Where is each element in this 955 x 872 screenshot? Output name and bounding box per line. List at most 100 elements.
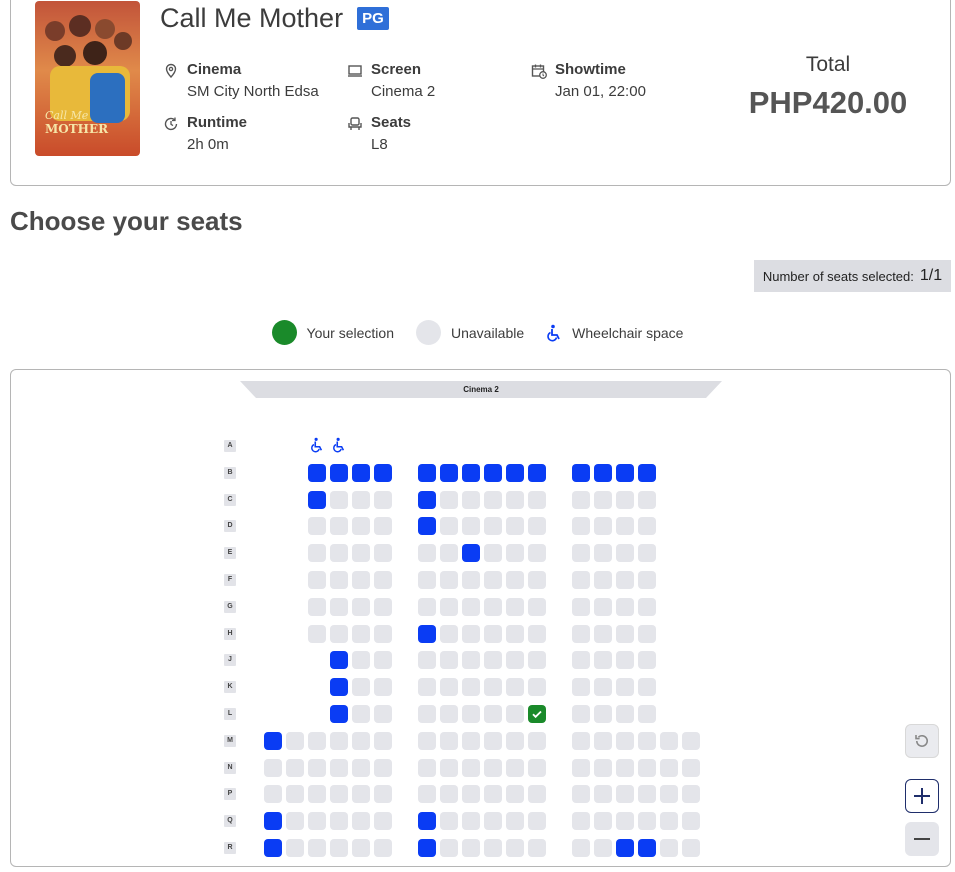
seat-p1[interactable] [264, 785, 282, 804]
seat-p7[interactable] [418, 785, 436, 804]
seat-e6[interactable] [374, 544, 392, 563]
seat-k8[interactable] [440, 678, 458, 697]
seat-b10[interactable] [484, 463, 502, 482]
seat-m18[interactable] [660, 731, 678, 750]
seat-r10[interactable] [484, 839, 502, 857]
seat-g11[interactable] [506, 597, 524, 616]
seat-p19[interactable] [682, 785, 700, 804]
seat-r19[interactable] [682, 839, 700, 857]
reset-zoom-button[interactable] [905, 724, 939, 758]
seat-p17[interactable] [638, 785, 656, 804]
seat-j4[interactable] [330, 651, 348, 670]
seat-h7[interactable] [418, 624, 436, 643]
seat-c6[interactable] [374, 490, 392, 509]
seat-q2[interactable] [286, 812, 304, 831]
seat-l17[interactable] [638, 705, 656, 723]
seat-m6[interactable] [374, 731, 392, 750]
seat-p18[interactable] [660, 785, 678, 804]
seat-r1[interactable] [264, 839, 282, 857]
seat-c7[interactable] [418, 490, 436, 509]
seat-c17[interactable] [638, 490, 656, 509]
seat-j5[interactable] [352, 651, 370, 670]
seat-p11[interactable] [506, 785, 524, 804]
seat-b3[interactable] [308, 463, 326, 482]
seat-n9[interactable] [462, 758, 480, 777]
seat-g4[interactable] [330, 597, 348, 616]
seat-n17[interactable] [638, 758, 656, 777]
seat-r14[interactable] [572, 839, 590, 857]
seat-q10[interactable] [484, 812, 502, 831]
seat-b17[interactable] [638, 463, 656, 482]
seat-h5[interactable] [352, 624, 370, 643]
seat-q16[interactable] [616, 812, 634, 831]
seat-h11[interactable] [506, 624, 524, 643]
seat-h15[interactable] [594, 624, 612, 643]
seat-p16[interactable] [616, 785, 634, 804]
seat-j17[interactable] [638, 651, 656, 670]
seat-m7[interactable] [418, 731, 436, 750]
seat-q9[interactable] [462, 812, 480, 831]
seat-f7[interactable] [418, 571, 436, 589]
seat-b6[interactable] [374, 463, 392, 482]
seat-e10[interactable] [484, 544, 502, 563]
seat-e12[interactable] [528, 544, 546, 563]
seat-c3[interactable] [308, 490, 326, 509]
seat-q6[interactable] [374, 812, 392, 831]
seat-n12[interactable] [528, 758, 546, 777]
seat-p8[interactable] [440, 785, 458, 804]
seat-c12[interactable] [528, 490, 546, 509]
seat-c11[interactable] [506, 490, 524, 509]
seat-n16[interactable] [616, 758, 634, 777]
seat-m4[interactable] [330, 731, 348, 750]
seat-e9[interactable] [462, 544, 480, 563]
seat-r17[interactable] [638, 839, 656, 857]
seat-j14[interactable] [572, 651, 590, 670]
seat-h3[interactable] [308, 624, 326, 643]
seat-g6[interactable] [374, 597, 392, 616]
seat-m14[interactable] [572, 731, 590, 750]
seat-k16[interactable] [616, 678, 634, 697]
seat-h14[interactable] [572, 624, 590, 643]
seat-m9[interactable] [462, 731, 480, 750]
seat-k15[interactable] [594, 678, 612, 697]
seat-k4[interactable] [330, 678, 348, 697]
seat-n1[interactable] [264, 758, 282, 777]
seat-r7[interactable] [418, 839, 436, 857]
zoom-in-button[interactable] [905, 779, 939, 813]
seat-f9[interactable] [462, 571, 480, 589]
seat-h4[interactable] [330, 624, 348, 643]
seat-r4[interactable] [330, 839, 348, 857]
seat-l5[interactable] [352, 705, 370, 723]
seat-q5[interactable] [352, 812, 370, 831]
seat-b8[interactable] [440, 463, 458, 482]
seat-f10[interactable] [484, 571, 502, 589]
seat-m10[interactable] [484, 731, 502, 750]
seat-c16[interactable] [616, 490, 634, 509]
seat-c9[interactable] [462, 490, 480, 509]
seat-j11[interactable] [506, 651, 524, 670]
seat-h16[interactable] [616, 624, 634, 643]
seat-r5[interactable] [352, 839, 370, 857]
seat-l11[interactable] [506, 705, 524, 723]
seat-r6[interactable] [374, 839, 392, 857]
seat-f5[interactable] [352, 571, 370, 589]
seat-p6[interactable] [374, 785, 392, 804]
seat-e15[interactable] [594, 544, 612, 563]
seat-e4[interactable] [330, 544, 348, 563]
seat-n3[interactable] [308, 758, 326, 777]
seat-j6[interactable] [374, 651, 392, 670]
seat-n4[interactable] [330, 758, 348, 777]
seat-m3[interactable] [308, 731, 326, 750]
seat-b4[interactable] [330, 463, 348, 482]
seat-k17[interactable] [638, 678, 656, 697]
seat-k5[interactable] [352, 678, 370, 697]
seat-d3[interactable] [308, 517, 326, 536]
seat-h10[interactable] [484, 624, 502, 643]
seat-j10[interactable] [484, 651, 502, 670]
seat-e8[interactable] [440, 544, 458, 563]
seat-d6[interactable] [374, 517, 392, 536]
seat-j8[interactable] [440, 651, 458, 670]
seat-j16[interactable] [616, 651, 634, 670]
seat-q18[interactable] [660, 812, 678, 831]
seat-e3[interactable] [308, 544, 326, 563]
